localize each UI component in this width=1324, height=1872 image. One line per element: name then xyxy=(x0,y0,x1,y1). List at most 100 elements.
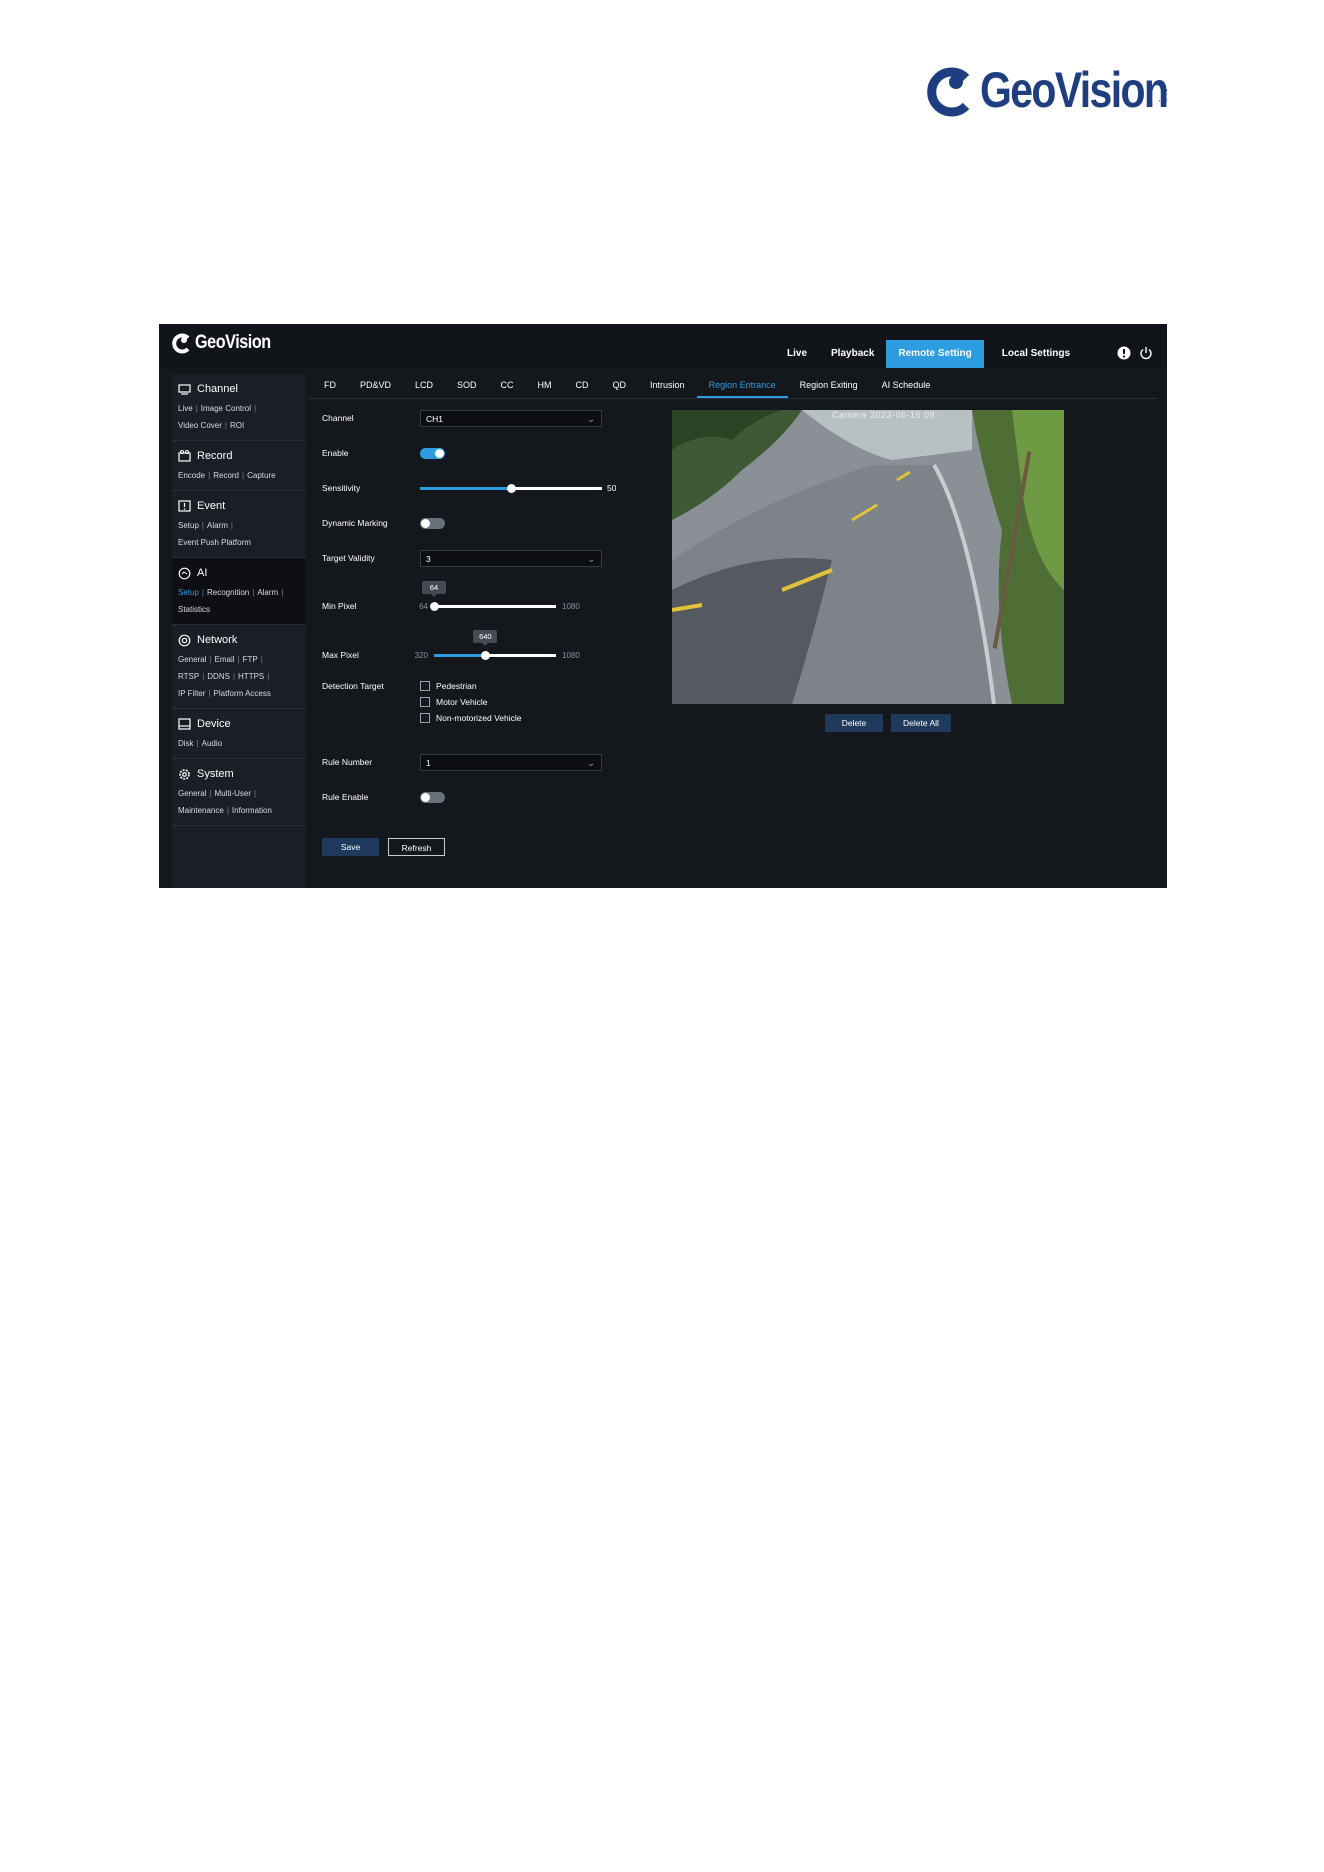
sensitivity-label: Sensitivity xyxy=(322,483,361,493)
sidebar-head-device[interactable]: Device xyxy=(172,713,306,735)
sidebar-link-ai-alarm[interactable]: Alarm xyxy=(257,588,278,597)
tab-pd-vd[interactable]: PD&VD xyxy=(348,374,403,398)
checkbox-pedestrian[interactable]: Pedestrian xyxy=(420,678,522,694)
sidebar-link-capture[interactable]: Capture xyxy=(247,471,275,480)
network-icon xyxy=(178,634,191,646)
refresh-button[interactable]: Refresh xyxy=(388,838,445,856)
sidebar-link-setup[interactable]: Setup xyxy=(178,521,199,530)
tab-cc[interactable]: CC xyxy=(489,374,526,398)
sidebar-head-system[interactable]: System xyxy=(172,763,306,785)
sidebar-link-system-general[interactable]: General xyxy=(178,789,206,798)
max-pixel-slider-handle[interactable] xyxy=(481,650,491,660)
sidebar-link-video-cover[interactable]: Video Cover xyxy=(178,421,222,430)
geovision-logo-icon xyxy=(926,62,976,118)
page-logo-suffix: inc xyxy=(1158,88,1170,103)
system-icon xyxy=(179,768,190,780)
sidebar-head-channel[interactable]: Channel xyxy=(172,378,306,400)
delete-button[interactable]: Delete xyxy=(825,714,883,732)
sidebar-link-ftp[interactable]: FTP xyxy=(243,655,258,664)
main-nav: Live Playback Remote Setting Local Setti… xyxy=(775,340,1088,368)
max-pixel-label: Max Pixel xyxy=(322,650,359,660)
main-content: FD PD&VD LCD SOD CC HM CD QD Intrusion R… xyxy=(308,374,1158,888)
sidebar-head-network[interactable]: Network xyxy=(172,629,306,651)
max-pixel-tooltip: 640 xyxy=(473,629,498,646)
sensitivity-slider[interactable] xyxy=(420,483,602,493)
nav-remote-setting[interactable]: Remote Setting xyxy=(886,340,984,368)
min-pixel-label: Min Pixel xyxy=(322,601,357,611)
tab-intrusion[interactable]: Intrusion xyxy=(638,374,697,398)
sidebar-link-image-control[interactable]: Image Control xyxy=(201,404,251,413)
sidebar-link-statistics[interactable]: Statistics xyxy=(178,605,210,614)
sidebar-head-ai[interactable]: AI xyxy=(172,562,306,584)
sidebar-link-multi-user[interactable]: Multi-User xyxy=(215,789,251,798)
checkbox-motor-vehicle[interactable]: Motor Vehicle xyxy=(420,694,522,710)
tab-cd[interactable]: CD xyxy=(564,374,601,398)
delete-all-button[interactable]: Delete All xyxy=(891,714,951,732)
save-button[interactable]: Save xyxy=(322,838,379,856)
camera-preview[interactable]: Camera 2023-06-16 09: xyxy=(672,410,1064,704)
checkbox-non-motorized-vehicle[interactable]: Non-motorized Vehicle xyxy=(420,710,522,726)
sidebar-link-record[interactable]: Record xyxy=(213,471,239,480)
camera-scene-image xyxy=(672,410,1064,704)
rule-number-select[interactable]: 1 ⌄ xyxy=(420,753,602,771)
tab-fd[interactable]: FD xyxy=(312,374,348,398)
sidebar-link-ip-filter[interactable]: IP Filter xyxy=(178,689,205,698)
nav-local-settings[interactable]: Local Settings xyxy=(984,340,1088,368)
sidebar-section-ai: AI Setup | Recognition | Alarm | Statistics xyxy=(172,558,306,625)
tab-lcd[interactable]: LCD xyxy=(403,374,445,398)
sidebar-link-disk[interactable]: Disk xyxy=(178,739,194,748)
sidebar-link-https[interactable]: HTTPS xyxy=(238,672,264,681)
dynamic-marking-toggle[interactable] xyxy=(420,517,445,529)
tab-qd[interactable]: QD xyxy=(601,374,639,398)
camera-timestamp: Camera 2023-06-16 09: xyxy=(832,410,939,420)
target-validity-row: Target Validity 3 ⌄ xyxy=(322,548,602,568)
sidebar-head-event[interactable]: Event xyxy=(172,495,306,517)
min-pixel-slider[interactable]: 64 xyxy=(422,580,556,611)
target-validity-select[interactable]: 3 ⌄ xyxy=(420,549,602,567)
sidebar-link-rtsp[interactable]: RTSP xyxy=(178,672,199,681)
top-bar: GeoVision Live Playback Remote Setting L… xyxy=(159,324,1167,368)
sidebar-links-record: Encode | Record | Capture xyxy=(178,471,276,480)
device-icon xyxy=(178,718,191,730)
tab-region-exiting[interactable]: Region Exiting xyxy=(788,374,870,398)
power-icon[interactable] xyxy=(1139,346,1153,360)
min-pixel-slider-handle[interactable] xyxy=(430,601,439,611)
sidebar-links-network: General | Email | FTP | RTSP | DDNS | HTTPS | IP F… xyxy=(178,655,271,698)
rule-enable-toggle[interactable] xyxy=(420,791,445,803)
tab-bar: FD PD&VD LCD SOD CC HM CD QD Intrusion R… xyxy=(308,374,1158,399)
sidebar-title-device: Device xyxy=(197,718,231,730)
sidebar-links-device: Disk | Audio xyxy=(178,739,223,748)
sidebar-link-event-push-platform[interactable]: Event Push Platform xyxy=(178,538,251,547)
detection-target-row: Detection Target Pedestrian Motor Vehicl… xyxy=(322,678,522,726)
sidebar-link-encode[interactable]: Encode xyxy=(178,471,205,480)
channel-select[interactable]: CH1 ⌄ xyxy=(420,409,602,427)
tab-sod[interactable]: SOD xyxy=(445,374,489,398)
tab-region-entrance[interactable]: Region Entrance xyxy=(696,374,788,398)
sidebar-link-audio[interactable]: Audio xyxy=(202,739,222,748)
sidebar-link-alarm[interactable]: Alarm xyxy=(207,521,228,530)
enable-toggle[interactable] xyxy=(420,447,445,459)
sidebar-link-recognition[interactable]: Recognition xyxy=(207,588,249,597)
rule-number-row: Rule Number 1 ⌄ xyxy=(322,752,602,772)
sidebar-link-platform-access[interactable]: Platform Access xyxy=(214,689,271,698)
checkbox-motor-vehicle-label: Motor Vehicle xyxy=(436,697,488,707)
sidebar-section-network: Network General | Email | FTP | RTSP | DDNS | HTT… xyxy=(172,625,306,709)
sensitivity-row: Sensitivity 50 xyxy=(322,478,616,498)
sidebar-link-ddns[interactable]: DDNS xyxy=(207,672,230,681)
sidebar-link-roi[interactable]: ROI xyxy=(230,421,244,430)
sidebar-link-email[interactable]: Email xyxy=(215,655,235,664)
sidebar-link-information[interactable]: Information xyxy=(232,806,272,815)
enable-label: Enable xyxy=(322,448,349,458)
sidebar-link-live[interactable]: Live xyxy=(178,404,193,413)
tab-hm[interactable]: HM xyxy=(526,374,564,398)
nav-live[interactable]: Live xyxy=(775,340,819,368)
nav-playback[interactable]: Playback xyxy=(819,340,886,368)
sidebar-link-ai-setup[interactable]: Setup xyxy=(178,588,199,597)
tab-ai-schedule[interactable]: AI Schedule xyxy=(870,374,943,398)
sidebar-link-maintenance[interactable]: Maintenance xyxy=(178,806,224,815)
sidebar-link-general[interactable]: General xyxy=(178,655,206,664)
alert-icon[interactable] xyxy=(1117,346,1131,360)
max-pixel-slider[interactable]: 640 xyxy=(434,629,556,660)
sidebar-head-record[interactable]: Record xyxy=(172,445,306,467)
sensitivity-slider-handle[interactable] xyxy=(507,483,516,493)
